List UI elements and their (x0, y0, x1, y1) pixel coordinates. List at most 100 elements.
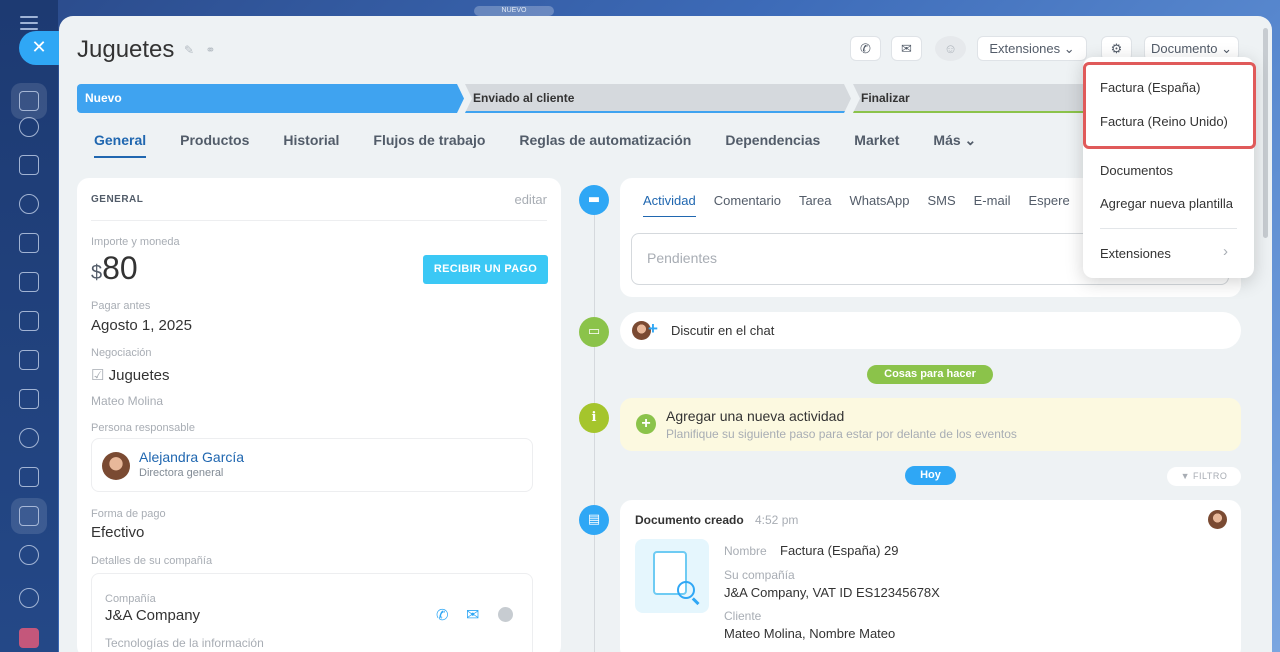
company-phone-icon[interactable]: ✆ (436, 606, 449, 624)
tab-products[interactable]: Productos (180, 132, 249, 158)
highlight-frame (1083, 62, 1256, 149)
doc-company: J&A Company, VAT ID ES12345678X (724, 585, 940, 600)
stage-sent[interactable]: Enviado al cliente (465, 84, 851, 113)
magnifier-handle (692, 597, 700, 605)
pay-before-value: Agosto 1, 2025 (91, 317, 192, 334)
mail-icon-button[interactable]: ✉ (891, 36, 922, 61)
company-details-label: Detalles de su compañía (91, 555, 213, 567)
filter-button[interactable]: ▼ FILTRO (1167, 467, 1241, 486)
chat-icon-button[interactable]: ☺ (935, 36, 966, 61)
phone-icon-button[interactable]: ✆ (850, 36, 881, 61)
divider (91, 220, 547, 221)
chevron-right-icon: › (1223, 243, 1228, 260)
stage-new[interactable]: Nuevo (77, 84, 464, 113)
inbox-arrow-icon[interactable] (19, 91, 39, 111)
edit-link-icons[interactable]: ✎ ⚭ (184, 43, 219, 57)
rocket-icon[interactable] (19, 628, 39, 648)
company-box: Compañía J&A Company ✆ ✉ Tecnologías de … (91, 573, 533, 652)
edit-link[interactable]: editar (514, 192, 547, 207)
card-icon[interactable] (19, 350, 39, 370)
tab-wait[interactable]: Espere (1028, 193, 1069, 217)
document-icon[interactable] (19, 272, 39, 292)
receive-payment-button[interactable]: RECIBIR UN PAGO (423, 255, 548, 284)
hexagon-icon[interactable] (19, 194, 39, 214)
calendar-icon[interactable] (19, 233, 39, 253)
doc-company-label: Su compañía (724, 568, 795, 582)
checkbox-icon[interactable] (19, 467, 39, 487)
menu-item-documents[interactable]: Documentos (1100, 163, 1173, 178)
tab-history[interactable]: Historial (283, 132, 339, 158)
magnifier-icon (677, 581, 695, 599)
pay-before-label: Pagar antes (91, 300, 151, 312)
deal-label: Negociación (91, 347, 152, 359)
plus-icon: + (636, 414, 656, 434)
deal-edit-icon: ☑ (91, 367, 109, 384)
tab-whatsapp[interactable]: WhatsApp (849, 193, 909, 217)
tab-email[interactable]: E-mail (974, 193, 1011, 217)
deal-value[interactable]: ☑ Juguetes (91, 366, 170, 384)
tab-general[interactable]: General (94, 132, 147, 158)
general-heading: GENERAL (91, 194, 144, 205)
responsible-label: Persona responsable (91, 422, 195, 434)
chevron-down-icon: ⌄ (964, 132, 977, 148)
payment-label: Forma de pago (91, 508, 166, 520)
discuss-chat-label: Discutir en el chat (671, 323, 775, 338)
amount-number: 80 (102, 250, 138, 286)
tab-sms[interactable]: SMS (927, 193, 955, 217)
stage-finish[interactable]: Finalizar (853, 84, 1093, 113)
new-activity-sub: Planifique su siguiente paso para estar … (666, 427, 1017, 441)
tab-dependencies[interactable]: Dependencias (725, 132, 820, 158)
discuss-chat-row[interactable]: + Discutir en el chat (620, 312, 1241, 349)
document-created-card: Documento creado 4:52 pm Nombre Factura … (620, 500, 1241, 652)
responsible-name[interactable]: Alejandra García (139, 449, 244, 465)
doc-client: Mateo Molina, Nombre Mateo (724, 626, 896, 641)
close-panel-button[interactable]: ✕ (19, 31, 59, 65)
doc-name[interactable]: Factura (España) 29 (780, 543, 899, 558)
currency-symbol: $ (91, 262, 103, 284)
tasks-icon[interactable] (19, 155, 39, 175)
general-card: GENERAL editar Importe y moneda $80 RECI… (77, 178, 561, 652)
tab-activity[interactable]: Actividad (643, 193, 696, 217)
activity-node-icon: ▬ (579, 185, 609, 215)
new-activity-row[interactable]: + Agregar una nueva actividad Planifique… (620, 398, 1241, 451)
tab-comment[interactable]: Comentario (714, 193, 781, 217)
robot-icon[interactable] (19, 545, 39, 565)
mail-icon[interactable] (19, 389, 39, 409)
tab-more[interactable]: Más ⌄ (933, 132, 976, 158)
page-title: Juguetes (77, 36, 175, 63)
deal-name: Juguetes (108, 367, 170, 384)
add-icon: + (648, 319, 658, 338)
chat-icon[interactable] (19, 117, 39, 137)
tab-bar: General Productos Historial Flujos de tr… (94, 132, 1010, 158)
menu-item-extensions[interactable]: Extensiones (1100, 246, 1171, 261)
tab-task[interactable]: Tarea (799, 193, 832, 217)
document-node-icon: ▤ (579, 505, 609, 535)
doc-title: Documento creado (635, 513, 744, 527)
menu-item-add-template[interactable]: Agregar nueva plantilla (1100, 196, 1233, 211)
payment-value: Efectivo (91, 524, 145, 541)
extensions-button[interactable]: Extensiones ⌄ (977, 36, 1087, 61)
deal-contact: Mateo Molina (91, 394, 164, 408)
contacts-icon[interactable] (19, 428, 39, 448)
funnel-icon[interactable] (19, 506, 39, 526)
presentation-icon[interactable] (19, 311, 39, 331)
company-industry: Tecnologías de la información (105, 636, 264, 650)
divider (1100, 228, 1237, 229)
today-badge: Hoy (905, 466, 956, 485)
scrollbar[interactable] (1263, 28, 1268, 238)
tab-market[interactable]: Market (854, 132, 899, 158)
avatar (1208, 510, 1227, 529)
company-mail-icon[interactable]: ✉ (466, 605, 479, 625)
tab-more-label: Más (933, 132, 961, 148)
tab-automation[interactable]: Reglas de automatización (519, 132, 691, 158)
filter-icon: ▼ (1180, 471, 1194, 481)
settings-gear-icon[interactable] (19, 588, 39, 608)
responsible-role: Directora general (139, 467, 224, 479)
extensions-label: Extensiones (989, 41, 1061, 56)
left-icon-rail (0, 0, 58, 652)
document-preview-icon[interactable] (635, 539, 709, 613)
responsible-box[interactable]: Alejandra García Directora general (91, 438, 533, 492)
filter-label: FILTRO (1193, 471, 1228, 481)
tab-workflows[interactable]: Flujos de trabajo (373, 132, 485, 158)
company-chat-icon[interactable] (498, 607, 513, 622)
